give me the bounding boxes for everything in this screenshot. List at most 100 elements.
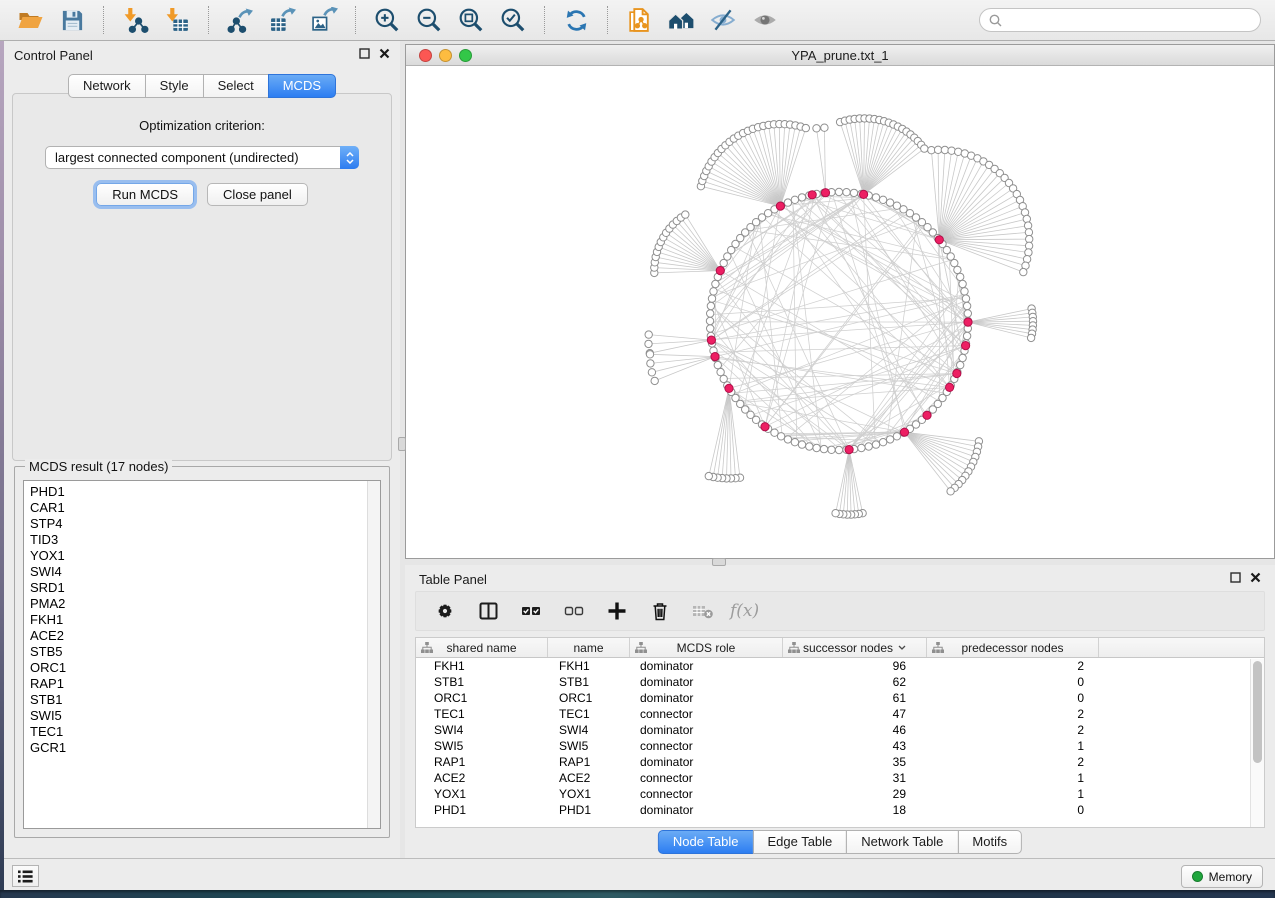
search-input[interactable] xyxy=(1007,13,1251,27)
close-table-panel-button[interactable] xyxy=(1250,572,1261,583)
zoom-out-button[interactable] xyxy=(409,4,449,36)
mcds-result-item[interactable]: PMA2 xyxy=(24,596,380,612)
table-row[interactable]: PHD1PHD1dominator180 xyxy=(416,802,1264,818)
mcds-result-item[interactable]: CAR1 xyxy=(24,500,380,516)
table-cell[interactable]: 61 xyxy=(783,691,927,705)
table-cell[interactable]: SWI5 xyxy=(416,739,548,753)
mcds-result-item[interactable]: TEC1 xyxy=(24,724,380,740)
column-header-predecessor-nodes[interactable]: predecessor nodes xyxy=(927,638,1099,657)
table-cell[interactable]: dominator xyxy=(630,659,783,673)
table-row[interactable]: SWI5SWI5connector431 xyxy=(416,738,1264,754)
table-cell[interactable]: dominator xyxy=(630,675,783,689)
table-cell[interactable]: 2 xyxy=(927,707,1099,721)
table-cell[interactable]: dominator xyxy=(630,755,783,769)
window-minimize-icon[interactable] xyxy=(439,49,452,62)
table-cell[interactable]: SWI5 xyxy=(548,739,630,753)
refresh-layout-button[interactable] xyxy=(556,4,596,36)
table-row[interactable]: FKH1FKH1dominator962 xyxy=(416,658,1264,674)
table-cell[interactable]: YOX1 xyxy=(548,787,630,801)
mcds-result-item[interactable]: SRD1 xyxy=(24,580,380,596)
table-cell[interactable]: 2 xyxy=(927,659,1099,673)
table-cell[interactable]: connector xyxy=(630,771,783,785)
table-cell[interactable]: 1 xyxy=(927,771,1099,785)
table-cell[interactable]: TEC1 xyxy=(548,707,630,721)
new-network-from-selection-button[interactable] xyxy=(619,4,659,36)
table-cell[interactable]: connector xyxy=(630,707,783,721)
table-cell[interactable]: 35 xyxy=(783,755,927,769)
select-all-button[interactable] xyxy=(519,599,543,623)
table-tab-edge-table[interactable]: Edge Table xyxy=(752,830,847,854)
table-cell[interactable]: 47 xyxy=(783,707,927,721)
table-cell[interactable]: connector xyxy=(630,739,783,753)
memory-button[interactable]: Memory xyxy=(1181,865,1263,888)
table-cell[interactable]: STB1 xyxy=(416,675,548,689)
control-tab-network[interactable]: Network xyxy=(68,74,146,98)
zoom-fit-button[interactable] xyxy=(451,4,491,36)
table-cell[interactable]: 0 xyxy=(927,675,1099,689)
network-canvas[interactable] xyxy=(406,66,1274,558)
table-tab-network-table[interactable]: Network Table xyxy=(846,830,958,854)
criterion-select[interactable]: largest connected component (undirected) xyxy=(45,146,359,169)
table-cell[interactable]: PHD1 xyxy=(416,803,548,817)
show-columns-button[interactable] xyxy=(476,599,500,623)
table-cell[interactable]: 43 xyxy=(783,739,927,753)
mcds-result-item[interactable]: SWI5 xyxy=(24,708,380,724)
open-session-button[interactable] xyxy=(10,4,50,36)
function-builder-button[interactable]: f(x) xyxy=(734,599,759,623)
column-header-MCDS-role[interactable]: MCDS role xyxy=(630,638,783,657)
delete-column-button[interactable] xyxy=(648,599,672,623)
table-cell[interactable]: 96 xyxy=(783,659,927,673)
deselect-all-button[interactable] xyxy=(562,599,586,623)
table-cell[interactable]: 0 xyxy=(927,803,1099,817)
table-cell[interactable]: ACE2 xyxy=(416,771,548,785)
export-image-button[interactable] xyxy=(304,4,344,36)
table-cell[interactable]: dominator xyxy=(630,691,783,705)
table-cell[interactable]: 29 xyxy=(783,787,927,801)
network-nodes[interactable] xyxy=(645,115,1037,519)
table-cell[interactable]: RAP1 xyxy=(548,755,630,769)
table-row[interactable]: YOX1YOX1connector291 xyxy=(416,786,1264,802)
column-header-shared-name[interactable]: shared name xyxy=(416,638,548,657)
mcds-result-item[interactable]: STP4 xyxy=(24,516,380,532)
window-close-icon[interactable] xyxy=(419,49,432,62)
mcds-result-scrollbar[interactable] xyxy=(367,481,380,828)
table-cell[interactable]: 31 xyxy=(783,771,927,785)
table-cell[interactable]: PHD1 xyxy=(548,803,630,817)
table-row[interactable]: ORC1ORC1dominator610 xyxy=(416,690,1264,706)
table-row[interactable]: STB1STB1dominator620 xyxy=(416,674,1264,690)
table-cell[interactable]: RAP1 xyxy=(416,755,548,769)
table-cell[interactable]: 46 xyxy=(783,723,927,737)
hide-selected-button[interactable] xyxy=(703,4,743,36)
float-panel-button[interactable] xyxy=(359,48,370,59)
table-scrollbar-thumb[interactable] xyxy=(1253,661,1262,763)
table-row[interactable]: RAP1RAP1dominator352 xyxy=(416,754,1264,770)
table-mode-button[interactable] xyxy=(433,599,457,623)
table-cell[interactable]: SWI4 xyxy=(548,723,630,737)
mcds-result-item[interactable]: PHD1 xyxy=(24,484,380,500)
table-cell[interactable]: FKH1 xyxy=(416,659,548,673)
horizontal-splitter-grip[interactable] xyxy=(712,558,726,566)
control-tab-style[interactable]: Style xyxy=(145,74,204,98)
mcds-result-item[interactable]: YOX1 xyxy=(24,548,380,564)
mcds-result-item[interactable]: STB5 xyxy=(24,644,380,660)
first-neighbors-button[interactable] xyxy=(661,4,701,36)
network-window-titlebar[interactable]: YPA_prune.txt_1 xyxy=(406,45,1274,66)
delete-table-button[interactable] xyxy=(691,599,715,623)
mcds-result-item[interactable]: GCR1 xyxy=(24,740,380,756)
zoom-in-button[interactable] xyxy=(367,4,407,36)
task-history-button[interactable] xyxy=(12,865,39,887)
table-cell[interactable]: 1 xyxy=(927,787,1099,801)
table-cell[interactable]: TEC1 xyxy=(416,707,548,721)
close-panel-button[interactable] xyxy=(379,48,390,59)
table-row[interactable]: SWI4SWI4dominator462 xyxy=(416,722,1264,738)
control-tab-select[interactable]: Select xyxy=(203,74,269,98)
table-cell[interactable]: ORC1 xyxy=(416,691,548,705)
window-zoom-icon[interactable] xyxy=(459,49,472,62)
table-cell[interactable]: 2 xyxy=(927,723,1099,737)
import-network-button[interactable] xyxy=(115,4,155,36)
table-cell[interactable]: 18 xyxy=(783,803,927,817)
table-cell[interactable]: FKH1 xyxy=(548,659,630,673)
table-cell[interactable]: connector xyxy=(630,787,783,801)
table-cell[interactable]: 62 xyxy=(783,675,927,689)
table-cell[interactable]: 0 xyxy=(927,691,1099,705)
